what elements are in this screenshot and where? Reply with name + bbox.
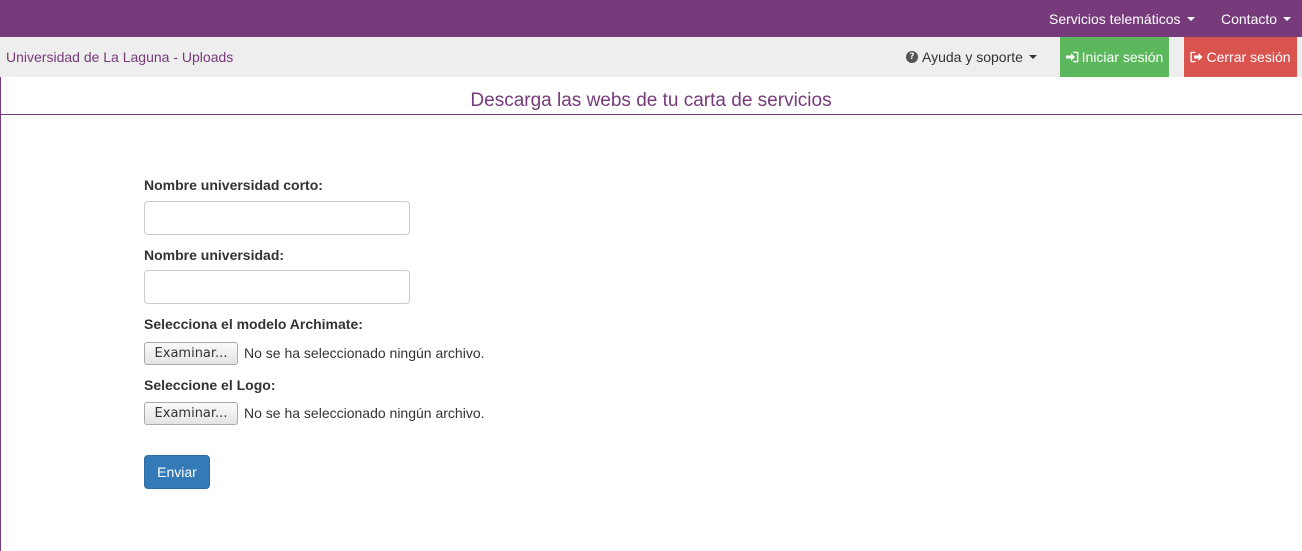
page-title: Descarga las webs de tu carta de servici… xyxy=(470,90,832,111)
chevron-down-icon xyxy=(1283,16,1292,21)
short-name-input[interactable] xyxy=(144,201,410,235)
logo-file-status: No se ha seleccionado ningún archivo. xyxy=(244,405,485,421)
short-name-label: Nombre universidad corto: xyxy=(144,177,323,193)
archimate-browse-button[interactable]: Examinar... xyxy=(144,341,238,365)
question-circle-icon: ? xyxy=(906,51,918,63)
logout-button-label: Cerrar sesión xyxy=(1206,49,1291,65)
logo-label: Seleccione el Logo: xyxy=(144,377,276,393)
services-menu[interactable]: Servicios telemáticos xyxy=(1049,0,1195,37)
sign-in-icon xyxy=(1065,51,1079,63)
help-menu[interactable]: ? Ayuda y soporte xyxy=(906,37,1037,77)
sign-out-icon xyxy=(1190,51,1203,63)
title-divider xyxy=(0,114,1302,115)
archimate-label: Selecciona el modelo Archimate: xyxy=(144,316,363,332)
page-left-border xyxy=(0,77,1,551)
login-button-label: Iniciar sesión xyxy=(1081,49,1164,65)
app-navbar: Universidad de La Laguna - Uploads ? Ayu… xyxy=(0,37,1302,77)
full-name-input[interactable] xyxy=(144,270,410,304)
archimate-file-status: No se ha seleccionado ningún archivo. xyxy=(244,345,485,361)
contact-menu[interactable]: Contacto xyxy=(1221,0,1292,37)
archimate-file-input: Examinar... No se ha seleccionado ningún… xyxy=(144,341,485,365)
logo-file-input: Examinar... No se ha seleccionado ningún… xyxy=(144,401,485,425)
top-navbar: Servicios telemáticos Contacto xyxy=(0,0,1302,37)
logout-button[interactable]: Cerrar sesión xyxy=(1184,37,1297,77)
help-menu-label: Ayuda y soporte xyxy=(922,49,1023,65)
contact-menu-label: Contacto xyxy=(1221,10,1278,27)
full-name-label: Nombre universidad: xyxy=(144,247,285,263)
services-menu-label: Servicios telemáticos xyxy=(1049,10,1181,27)
brand-link[interactable]: Universidad de La Laguna - Uploads xyxy=(6,37,233,77)
chevron-down-icon xyxy=(1186,16,1195,21)
logo-browse-button[interactable]: Examinar... xyxy=(144,401,238,425)
chevron-down-icon xyxy=(1028,55,1037,59)
submit-button[interactable]: Enviar xyxy=(144,455,210,489)
login-button[interactable]: Iniciar sesión xyxy=(1060,37,1169,77)
